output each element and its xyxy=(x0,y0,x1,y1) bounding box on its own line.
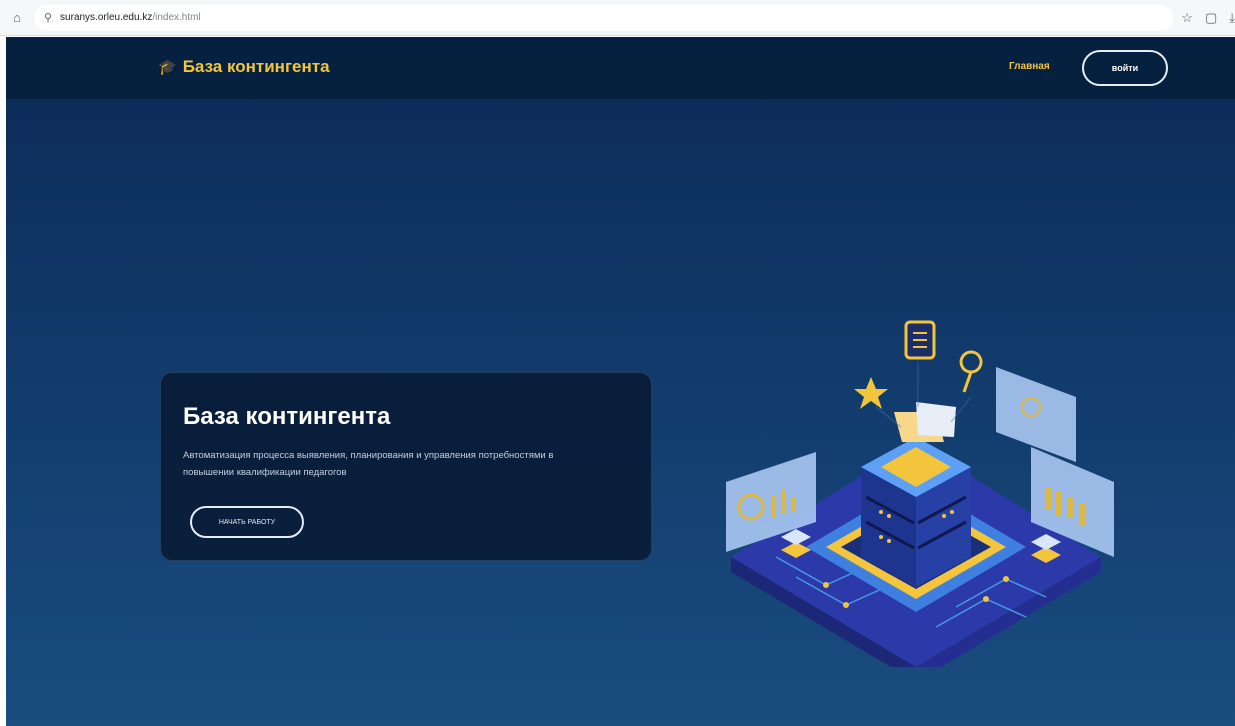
server-illustration xyxy=(726,320,1114,667)
download-icon[interactable]: ⤓ xyxy=(1229,10,1235,26)
hero-description: Автоматизация процесса выявления, планир… xyxy=(183,450,554,478)
browser-toolbar: ⌂ ⚲ suranys.orleu.edu.kz/index.html ☆ ▢ … xyxy=(0,0,1235,36)
hero-card: База контингента Автоматизация процесса … xyxy=(160,372,652,561)
star-icon[interactable]: ☆ xyxy=(1181,10,1193,26)
hero-title: База контингента xyxy=(183,403,391,430)
logo-text: База контингента xyxy=(182,57,330,76)
page: 🎓 База контингента Главная войти База ко… xyxy=(6,37,1235,726)
start-work-button[interactable]: НАЧАТЬ РАБОТУ xyxy=(190,506,304,538)
login-button[interactable]: войти xyxy=(1082,50,1168,86)
url-host: suranys.orleu.edu.kz xyxy=(60,12,153,23)
graduation-cap-icon: 🎓 xyxy=(158,59,177,76)
site-info-icon[interactable]: ⚲ xyxy=(44,11,52,24)
home-icon[interactable]: ⌂ xyxy=(6,7,28,29)
extensions-icon[interactable]: ▢ xyxy=(1205,10,1217,26)
site-header: 🎓 База контингента Главная войти xyxy=(6,37,1235,99)
address-bar[interactable]: ⚲ suranys.orleu.edu.kz/index.html xyxy=(33,4,1174,31)
nav-link-home[interactable]: Главная xyxy=(1009,61,1050,72)
url-path: /index.html xyxy=(152,12,201,23)
site-logo[interactable]: 🎓 База контингента xyxy=(158,57,330,77)
